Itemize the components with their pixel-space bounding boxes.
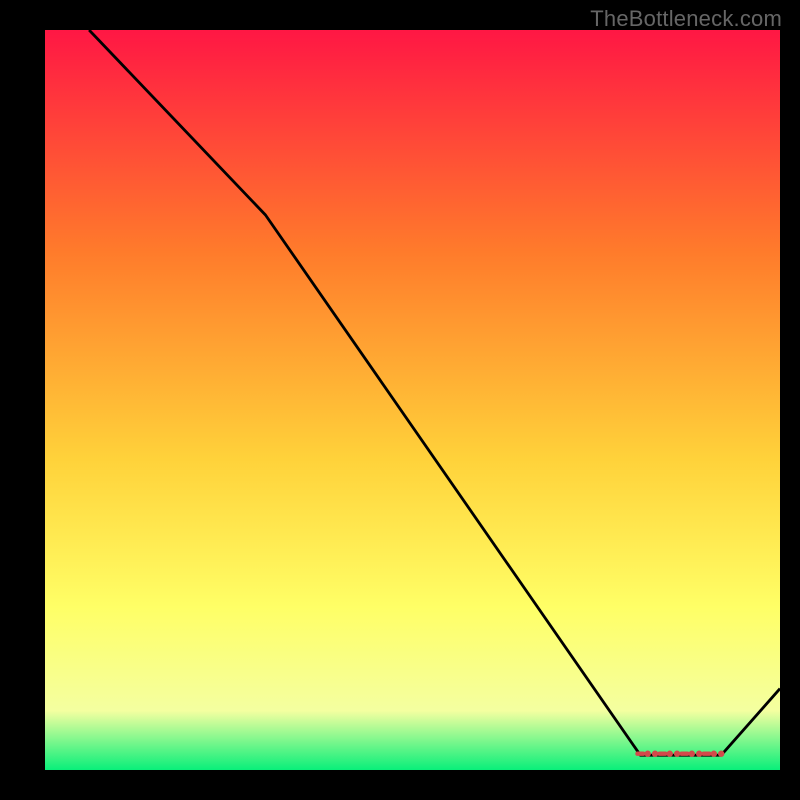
marker-dash <box>657 752 667 756</box>
marker-dot <box>667 751 673 757</box>
watermark-text: TheBottleneck.com <box>590 6 782 32</box>
marker-dot <box>674 751 680 757</box>
marker-dash <box>635 752 645 756</box>
plot-background <box>45 30 780 770</box>
marker-dot <box>696 751 702 757</box>
marker-dot <box>645 751 651 757</box>
marker-dash <box>702 752 712 756</box>
marker-dot <box>689 751 695 757</box>
marker-dot <box>711 751 717 757</box>
marker-dot <box>652 751 658 757</box>
marker-dash <box>679 752 689 756</box>
chart-svg <box>0 0 800 800</box>
marker-dot <box>718 751 724 757</box>
chart-container: TheBottleneck.com <box>0 0 800 800</box>
